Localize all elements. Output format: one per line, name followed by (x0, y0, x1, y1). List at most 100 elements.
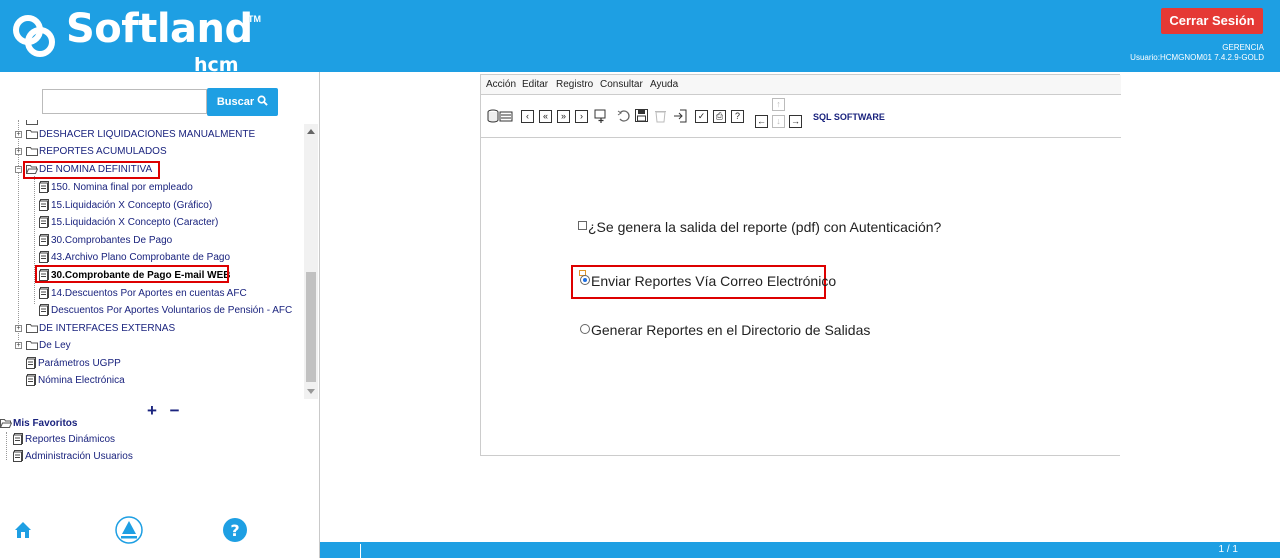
tree-report-15-grafico[interactable]: 15.Liquidación X Concepto (Gráfico) (39, 199, 212, 213)
help-small-icon[interactable]: ? (731, 110, 744, 123)
modules-icon[interactable] (115, 516, 143, 544)
scroll-thumb[interactable] (306, 272, 316, 382)
email-radio[interactable] (580, 275, 590, 285)
tree-label: DE INTERFACES EXTERNAS (39, 323, 176, 334)
help-icon[interactable]: ? (222, 517, 248, 543)
auth-option[interactable]: ¿Se genera la salida del reporte (pdf) c… (578, 219, 941, 235)
tree-folder-interfaces-externas[interactable]: DE INTERFACES EXTERNAS (26, 322, 175, 336)
check-icon[interactable]: ✓ (695, 110, 708, 123)
email-option-label: Enviar Reportes Vía Correo Electrónico (591, 273, 837, 289)
favorite-reportes-dinamicos[interactable]: Reportes Dinámicos (13, 433, 115, 447)
undo-icon[interactable] (617, 109, 631, 123)
company-label: GERENCIA (1222, 43, 1264, 52)
arrow-down-icon[interactable]: ↓ (772, 115, 785, 128)
tree-report-43-archivo[interactable]: 43.Archivo Plano Comprobante de Pago (39, 251, 230, 265)
tree-report-150[interactable]: 150. Nomina final por empleado (39, 181, 193, 195)
expand-collapse-all[interactable]: + − (147, 401, 184, 421)
app-header: Softland TM hcm Cerrar Sesión GERENCIA U… (0, 0, 1280, 76)
tree-label: Descuentos Por Aportes Voluntarios de Pe… (51, 305, 293, 316)
arrow-up-icon[interactable]: ↑ (772, 98, 785, 111)
tree-folder-de-ley[interactable]: De Ley (26, 339, 71, 353)
previous-page-icon[interactable]: « (539, 110, 552, 123)
tree-label: De Ley (39, 340, 71, 351)
user-label: Usuario:HCMGNOM01 7.4.2.9-GOLD (1130, 53, 1264, 62)
tree-folder-reportes-acumulados[interactable]: REPORTES ACUMULADOS (26, 145, 167, 159)
menu-bar: Acción Editar Registro Consultar Ayuda (481, 75, 1121, 95)
tree-report-descuentos-pension[interactable]: Descuentos Por Aportes Voluntarios de Pe… (39, 304, 292, 318)
first-record-icon[interactable]: ‹ (521, 110, 534, 123)
user-info: GERENCIA Usuario:HCMGNOM01 7.4.2.9-GOLD (1130, 43, 1264, 63)
navigation-tree: + DESHACER LIQUIDACIONES MANUALMENTE + R… (0, 120, 320, 410)
sidebar: Buscar + DESHACER LIQUIDACIONES MANUALME… (0, 72, 320, 558)
logout-button[interactable]: Cerrar Sesión (1161, 8, 1263, 34)
search-button-label: Buscar (216, 96, 255, 108)
report-icon (13, 433, 23, 446)
tree-report-15-caracter[interactable]: 15.Liquidación X Concepto (Caracter) (39, 216, 218, 230)
tree-label: Administración Usuarios (25, 451, 133, 462)
sql-software-label: SQL SOFTWARE (813, 112, 885, 122)
menu-consultar[interactable]: Consultar (600, 79, 643, 90)
tree-folder-deshacer[interactable]: DESHACER LIQUIDACIONES MANUALMENTE (26, 128, 255, 142)
report-icon (39, 304, 49, 317)
tree-label: 150. Nomina final por empleado (51, 182, 193, 193)
save-icon[interactable] (635, 109, 648, 122)
tree-report-14-afc[interactable]: 14.Descuentos Por Aportes en cuentas AFC (39, 287, 247, 301)
status-bar: 1 / 1 (320, 542, 1280, 558)
email-option[interactable]: Enviar Reportes Vía Correo Electrónico (580, 273, 836, 289)
menu-accion[interactable]: Acción (486, 79, 516, 90)
tree-label: Parámetros UGPP (38, 358, 121, 369)
search-button[interactable]: Buscar (207, 88, 278, 116)
menu-registro[interactable]: Registro (556, 79, 593, 90)
logo-trademark: TM (248, 14, 261, 24)
last-record-icon[interactable]: › (575, 110, 588, 123)
scroll-down-arrow[interactable] (307, 389, 315, 394)
home-icon[interactable] (13, 520, 33, 540)
folder-icon (26, 147, 38, 157)
expand-toggle[interactable]: + (15, 325, 22, 332)
directory-option[interactable]: Generar Reportes en el Directorio de Sal… (580, 322, 870, 338)
arrow-right-icon[interactable]: → (789, 115, 802, 128)
next-page-icon[interactable]: » (557, 110, 570, 123)
logo-text: Softland (66, 6, 253, 52)
expand-toggle[interactable]: + (15, 148, 22, 155)
tree-label: REPORTES ACUMULADOS (39, 146, 167, 157)
auth-checkbox[interactable] (578, 221, 587, 230)
report-icon (13, 450, 23, 463)
tree-report-nomina-electronica[interactable]: Nómina Electrónica (26, 374, 125, 388)
report-icon (39, 287, 49, 300)
highlight-box (35, 265, 229, 283)
add-record-icon[interactable] (594, 109, 608, 124)
search-input[interactable] (42, 89, 207, 114)
favorite-administracion-usuarios[interactable]: Administración Usuarios (13, 450, 133, 464)
tree-item-partial (26, 120, 39, 128)
favorites-title: Mis Favoritos (13, 418, 78, 429)
tree-scrollbar[interactable] (304, 124, 318, 399)
print-icon[interactable]: ⎙ (713, 110, 726, 123)
tree-report-ugpp[interactable]: Parámetros UGPP (26, 357, 121, 371)
menu-editar[interactable]: Editar (522, 79, 548, 90)
tree-line (6, 432, 7, 460)
folder-icon (26, 130, 38, 140)
menu-ayuda[interactable]: Ayuda (650, 79, 678, 90)
favorites-header[interactable]: Mis Favoritos (0, 417, 77, 431)
tree-report-30-comprobantes[interactable]: 30.Comprobantes De Pago (39, 234, 172, 248)
database-icon[interactable] (487, 109, 513, 123)
scroll-up-arrow[interactable] (307, 129, 315, 134)
expand-toggle[interactable]: + (15, 131, 22, 138)
exit-icon[interactable] (673, 109, 687, 123)
directory-radio[interactable] (580, 324, 590, 334)
highlight-box (23, 161, 160, 179)
report-icon (39, 251, 49, 264)
expand-toggle[interactable]: + (15, 342, 22, 349)
report-icon (39, 216, 49, 229)
softland-logo: Softland TM hcm (8, 4, 288, 76)
tree-label: 15.Liquidación X Concepto (Gráfico) (51, 200, 213, 211)
arrow-left-icon[interactable]: ← (755, 115, 768, 128)
tree-line (34, 176, 35, 304)
folder-open-icon (0, 419, 12, 429)
delete-icon[interactable] (654, 109, 667, 123)
report-icon (39, 181, 49, 194)
page-indicator: 1 / 1 (1218, 544, 1238, 555)
report-icon (26, 374, 36, 387)
collapse-toggle[interactable]: − (15, 166, 22, 173)
